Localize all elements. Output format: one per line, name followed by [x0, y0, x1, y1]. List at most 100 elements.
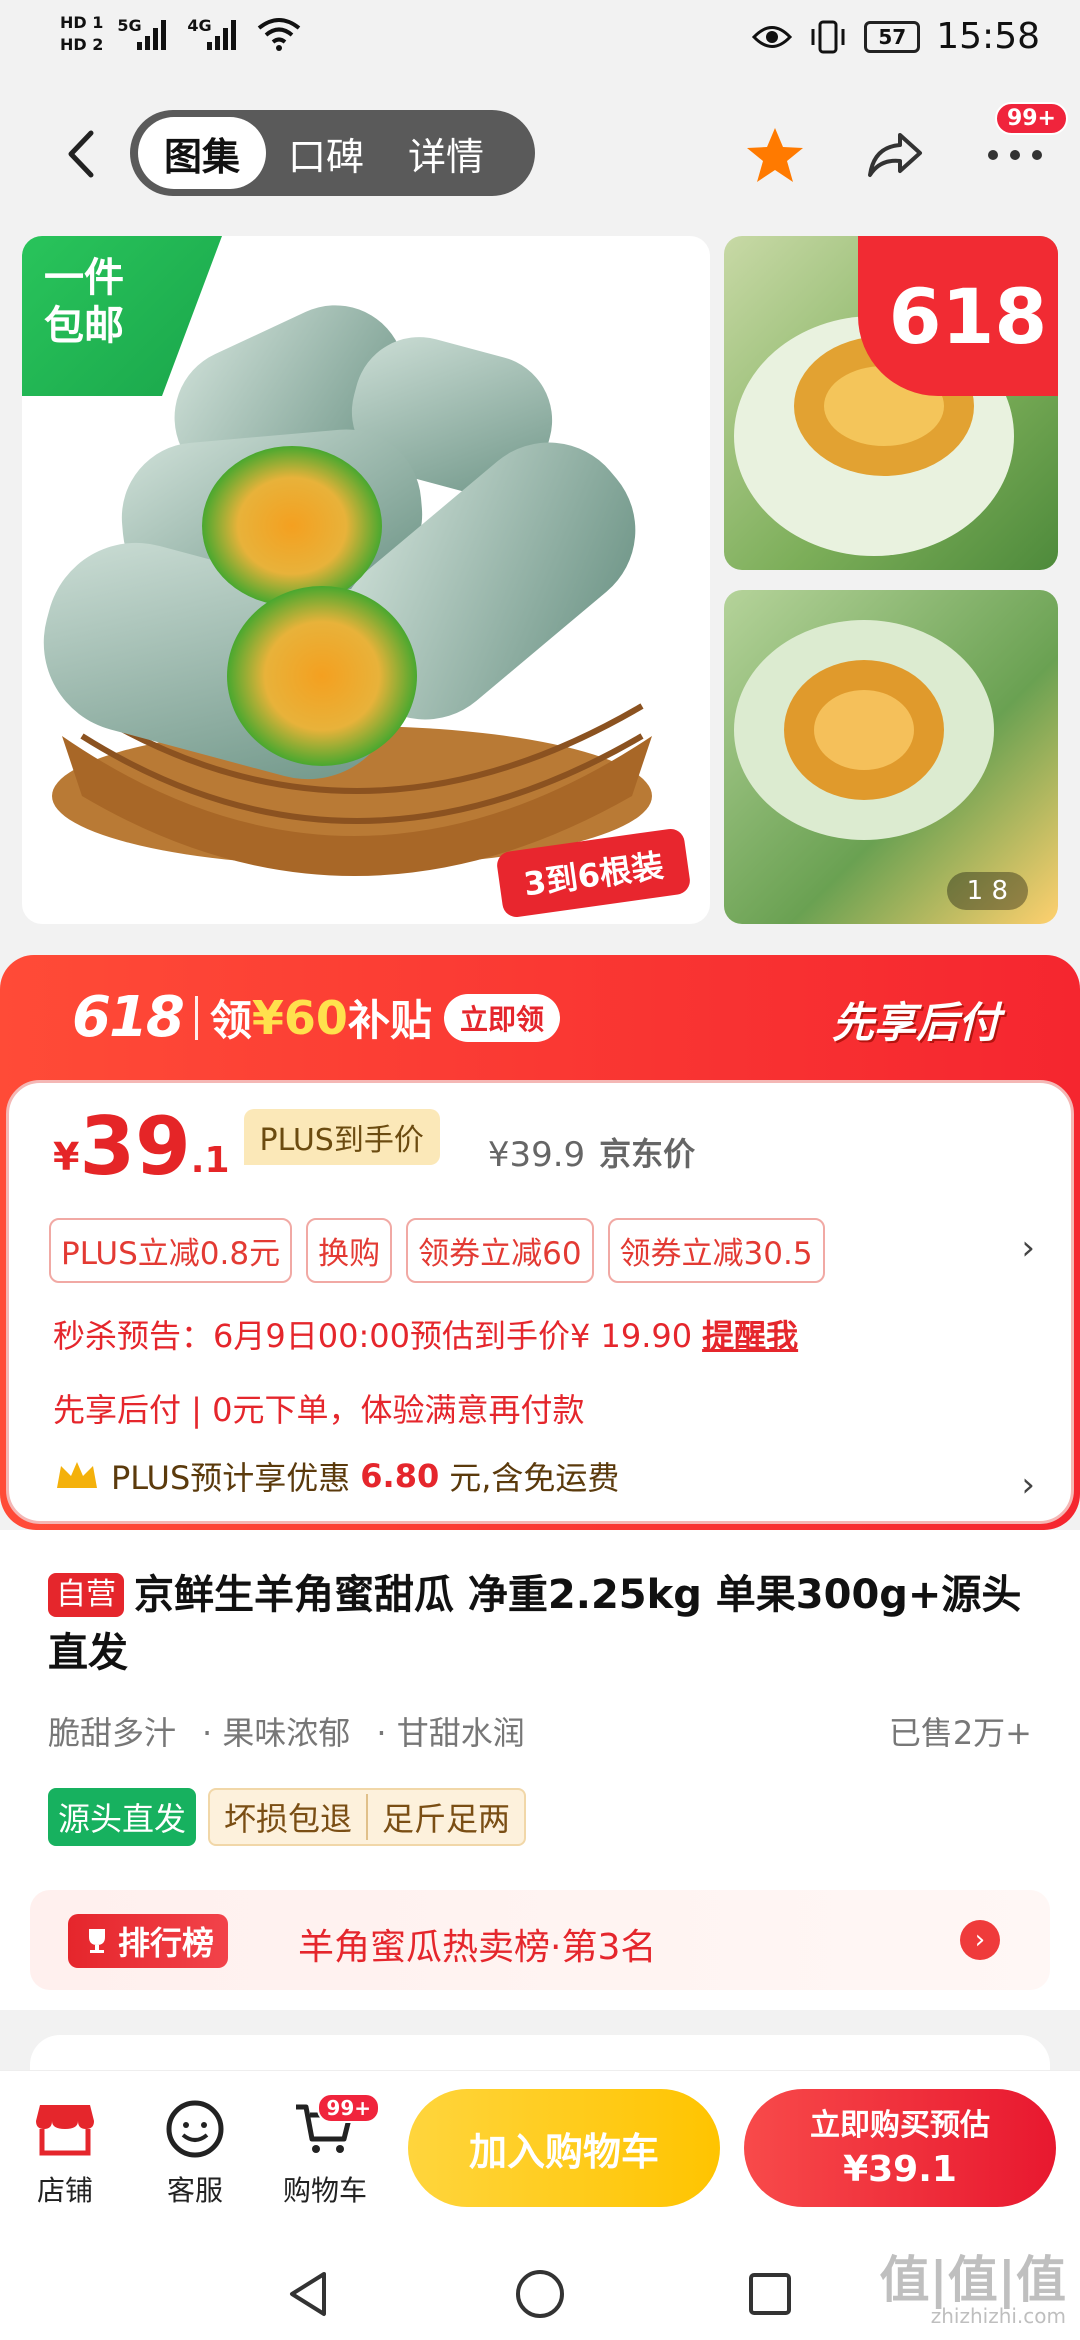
original-price: ¥39.9	[487, 1135, 586, 1175]
trophy-icon	[89, 1929, 105, 1953]
chevron-right-icon[interactable]: ›	[960, 1920, 1000, 1960]
watermark: 值|值|值 zhizhizhi.com	[879, 2255, 1066, 2327]
plus-price-tag: PLUS到手价	[243, 1109, 440, 1165]
price-row: ¥ 39 .1 PLUS到手价 ¥39.9 京东价	[53, 1107, 695, 1187]
cart-button[interactable]: 99+ 购物车	[270, 2089, 380, 2209]
coupon-exchange[interactable]: 换购	[306, 1218, 393, 1283]
promo-618-label: 618	[72, 985, 185, 1050]
pay-later-label: 先享后付	[831, 998, 1000, 1047]
section-tabs: 图集 口碑 详情	[130, 110, 535, 196]
status-right: 57 15:58	[752, 16, 1040, 57]
hd2-label: HD 2	[60, 35, 104, 54]
ribbon-line2: 包邮	[44, 303, 124, 349]
more-badge: 99+	[994, 102, 1068, 135]
main-product-image[interactable]: 一件 包邮 3到6根装	[22, 236, 710, 924]
product-title-text: 京鲜生羊角蜜甜瓜 净重2.25kg 单果300g+源头直发	[48, 1572, 1022, 1676]
image-gallery: 一件 包邮 3到6根装 618 1 8	[0, 230, 1080, 930]
crown-icon	[57, 1462, 97, 1488]
coupon-row[interactable]: PLUS立减0.8元 换购 领券立减60 领券立减30.5	[49, 1218, 825, 1283]
sold-count: 已售2万+	[888, 1714, 1032, 1752]
vibrate-icon	[811, 20, 845, 53]
watermark-mark: 值|值|值	[879, 2251, 1066, 2309]
tab-reviews[interactable]: 口碑	[266, 117, 386, 189]
service-label: 客服	[166, 2174, 223, 2207]
more-button[interactable]: 99+	[980, 102, 1068, 190]
triangle-back-icon	[290, 2272, 326, 2316]
tab-gallery[interactable]: 图集	[138, 117, 267, 189]
nav-actions: 99+	[740, 102, 1068, 190]
pay-later-info: 先享后付 | 0元下单，体验满意再付款	[53, 1391, 585, 1429]
shop-button[interactable]: 店铺	[10, 2089, 120, 2209]
wifi-icon	[258, 18, 301, 51]
customer-service-button[interactable]: 客服	[140, 2089, 250, 2209]
status-bar: HD 1 HD 2 5G 4G 57 15:58	[0, 0, 1080, 80]
coupon-plus[interactable]: PLUS立减0.8元	[49, 1218, 293, 1283]
thumbnail-image-1[interactable]: 618	[724, 236, 1058, 570]
plus-benefit-suffix: 元,含免运费	[449, 1459, 620, 1497]
signal-4g-icon: 4G	[187, 12, 243, 56]
coupon-30-5[interactable]: 领券立减30.5	[607, 1218, 825, 1283]
chevron-left-icon	[68, 130, 94, 178]
clock: 15:58	[936, 16, 1040, 57]
self-operated-tag: 自营	[48, 1573, 124, 1617]
feature-item: 脆甜多汁	[48, 1714, 177, 1752]
feature-list: 脆甜多汁 · 果味浓郁 · 甘甜水润	[48, 1708, 525, 1754]
claim-now-button[interactable]: 立即领	[443, 993, 560, 1042]
hd-indicator: HD 1 HD 2	[60, 12, 103, 56]
nav-recents-button[interactable]	[740, 2264, 800, 2324]
feature-item: · 甘甜水润	[376, 1714, 525, 1752]
price-decimal: .1	[190, 1140, 230, 1181]
image-counter: 1 8	[946, 872, 1028, 910]
ribbon-line1: 一件	[44, 255, 124, 301]
price-currency: ¥	[53, 1135, 80, 1179]
favorite-button[interactable]	[740, 120, 810, 190]
weight-tag: 足斤足两	[382, 1800, 511, 1838]
add-to-cart-button[interactable]: 加入购物车	[408, 2089, 720, 2207]
buy-now-label: 立即购买预估	[810, 2108, 990, 2143]
share-button[interactable]	[860, 120, 930, 190]
plus-benefit-prefix: PLUS预计享优惠	[111, 1459, 351, 1497]
claim-prefix: 领	[209, 996, 252, 1045]
chevron-right-icon[interactable]: ›	[1021, 1465, 1035, 1505]
more-dots-icon	[988, 150, 1042, 160]
coupon-60[interactable]: 领券立减60	[406, 1218, 594, 1283]
ranking-card[interactable]: 排行榜 羊角蜜瓜热卖榜·第3名 ›	[30, 1890, 1050, 1990]
promo-618-badge: 618	[858, 236, 1058, 396]
ranking-badge-label: 排行榜	[118, 1924, 215, 1962]
price-integer: 39	[79, 1100, 191, 1193]
thumbnail-image-2[interactable]: 1 8	[724, 590, 1058, 924]
subsidy-banner[interactable]: 618 领 ¥60 补贴 立即领 先享后付	[0, 955, 1080, 1080]
back-button[interactable]	[50, 124, 110, 184]
bottom-action-bar: 店铺 客服 99+ 购物车 加入购物车 立即购买预估 ¥39.1	[0, 2070, 1080, 2240]
plus-benefit-amount: 6.80	[360, 1457, 440, 1495]
claim-amount: ¥60	[251, 990, 348, 1045]
top-nav: 图集 口碑 详情 99+	[0, 80, 1080, 230]
signal-5g-icon: 5G	[117, 12, 173, 56]
shop-icon	[36, 2105, 94, 2156]
source-direct-tag: 源头直发	[48, 1788, 197, 1846]
tab-details[interactable]: 详情	[386, 117, 506, 189]
hd1-label: HD 1	[60, 13, 104, 32]
subsidy-left: 618 领 ¥60 补贴 立即领	[72, 985, 560, 1050]
original-price-label: 京东价	[599, 1135, 696, 1173]
buy-now-button[interactable]: 立即购买预估 ¥39.1	[744, 2089, 1056, 2207]
star-icon	[747, 128, 803, 182]
nav-home-button[interactable]	[510, 2264, 570, 2324]
guarantee-tags: 坏损包退 足斤足两	[208, 1788, 527, 1846]
chat-face-icon	[166, 2100, 224, 2158]
nav-back-button[interactable]	[278, 2264, 338, 2324]
status-left: HD 1 HD 2 5G 4G	[60, 12, 301, 56]
divider	[194, 995, 198, 1040]
eye-icon	[752, 25, 793, 48]
cart-label: 购物车	[282, 2174, 367, 2207]
remind-me-link[interactable]: 提醒我	[702, 1317, 798, 1355]
flash-sale-text: 秒杀预告：6月9日00:00预估到手价¥ 19.90	[53, 1317, 693, 1355]
feature-item: · 果味浓郁	[202, 1714, 351, 1752]
square-recents-icon	[749, 2273, 791, 2315]
price-card: ¥ 39 .1 PLUS到手价 ¥39.9 京东价 PLUS立减0.8元 换购 …	[6, 1080, 1074, 1524]
battery-indicator: 57	[864, 20, 921, 53]
chevron-right-icon[interactable]: ›	[1021, 1228, 1035, 1268]
share-icon	[868, 133, 922, 177]
refund-tag: 坏损包退	[224, 1800, 353, 1838]
plus-benefit-row[interactable]: PLUS预计享优惠 6.80 元,含免运费	[53, 1453, 619, 1499]
